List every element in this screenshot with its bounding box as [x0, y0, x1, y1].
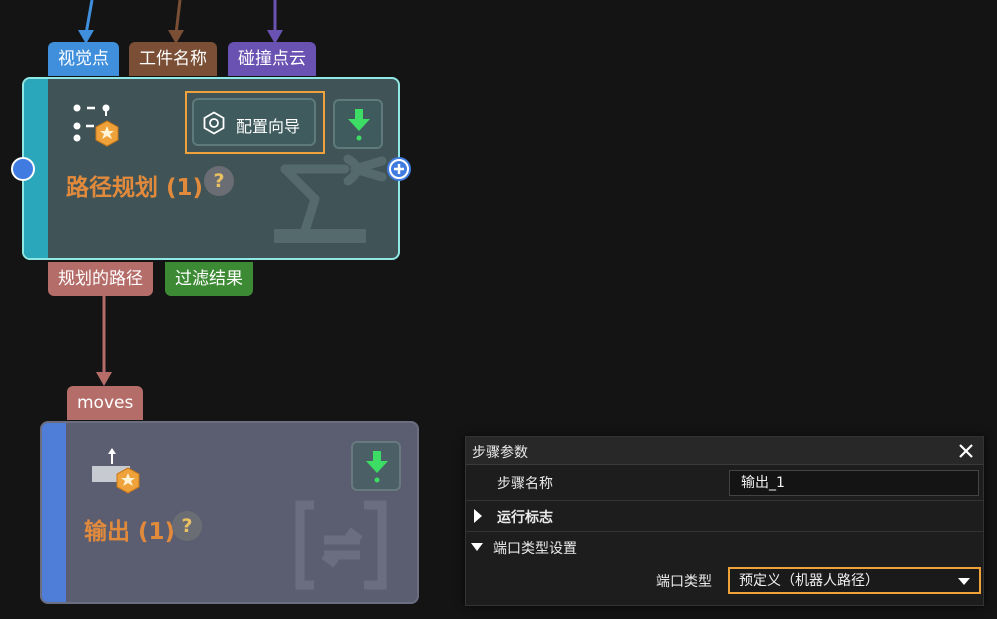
wire-arrow-icon [96, 372, 112, 386]
node-color-stripe [42, 423, 66, 602]
step-name-input[interactable]: 输出_1 [729, 470, 979, 496]
output-port-filter-result[interactable]: 过滤结果 [165, 262, 253, 296]
port-type-label: 端口类型 [656, 574, 712, 590]
output-step-icon [92, 448, 140, 494]
panel-title: 步骤参数 [472, 445, 528, 461]
input-port-visual-points[interactable]: 视觉点 [48, 42, 119, 76]
run-flags-section[interactable]: 运行标志 [466, 501, 983, 531]
divider [466, 531, 983, 532]
port-type-select[interactable]: 预定义（机器人路径） [728, 567, 981, 594]
node-title-path-planning: 路径规划 (1) [66, 168, 203, 202]
output-port-planned-path[interactable]: 规划的路径 [48, 262, 153, 296]
plus-icon [391, 161, 407, 177]
dropdown-arrow-icon [958, 578, 970, 585]
input-port-collision-cloud[interactable]: 碰撞点云 [228, 42, 316, 76]
run-step-button[interactable] [333, 99, 383, 149]
node-path-planning[interactable]: 路径规划 (1) ? 配置向导 [22, 77, 400, 260]
panel-header: 步骤参数 [466, 437, 983, 465]
download-arrow-icon [348, 109, 370, 141]
close-icon[interactable] [959, 444, 973, 458]
download-arrow-icon [366, 451, 388, 483]
step-name-label: 步骤名称 [497, 476, 553, 492]
port-type-settings-section[interactable]: 端口类型设置 [466, 533, 983, 561]
node-count: (1) [138, 519, 176, 545]
node-title-output: 输出 (1) [84, 512, 175, 546]
wire-visual-points [84, 0, 94, 35]
node-output[interactable]: 输出 (1) ? [40, 421, 419, 604]
input-port-moves[interactable]: moves [67, 386, 144, 420]
help-icon[interactable]: ? [172, 511, 202, 541]
port-type-value: 预定义（机器人路径） [739, 573, 879, 589]
hexagon-settings-icon [203, 111, 225, 135]
port-type-settings-label: 端口类型设置 [493, 541, 577, 557]
path-planning-icon [73, 104, 119, 147]
config-wizard-label: 配置向导 [236, 117, 301, 136]
robot-arm-watermark-icon [274, 154, 387, 243]
run-step-button[interactable] [351, 441, 401, 491]
input-port-part-name[interactable]: 工件名称 [129, 42, 217, 76]
node-count: (1) [166, 175, 204, 201]
wire-part-name [174, 0, 182, 35]
node-title-text: 输出 [84, 519, 130, 545]
config-wizard-button[interactable]: 配置向导 [192, 98, 316, 146]
output-add-port[interactable] [387, 157, 411, 181]
input-connector-port[interactable] [11, 157, 35, 181]
help-icon[interactable]: ? [204, 166, 234, 196]
chevron-down-icon [471, 543, 483, 551]
node-title-text: 路径规划 [66, 175, 158, 201]
chevron-right-icon [474, 509, 482, 523]
output-watermark-icon [295, 500, 387, 590]
run-flags-label: 运行标志 [497, 510, 553, 526]
step-params-panel: 步骤参数 步骤名称 输出_1 运行标志 端口类型设置 端口类型 预定义（机器人路… [465, 436, 984, 606]
